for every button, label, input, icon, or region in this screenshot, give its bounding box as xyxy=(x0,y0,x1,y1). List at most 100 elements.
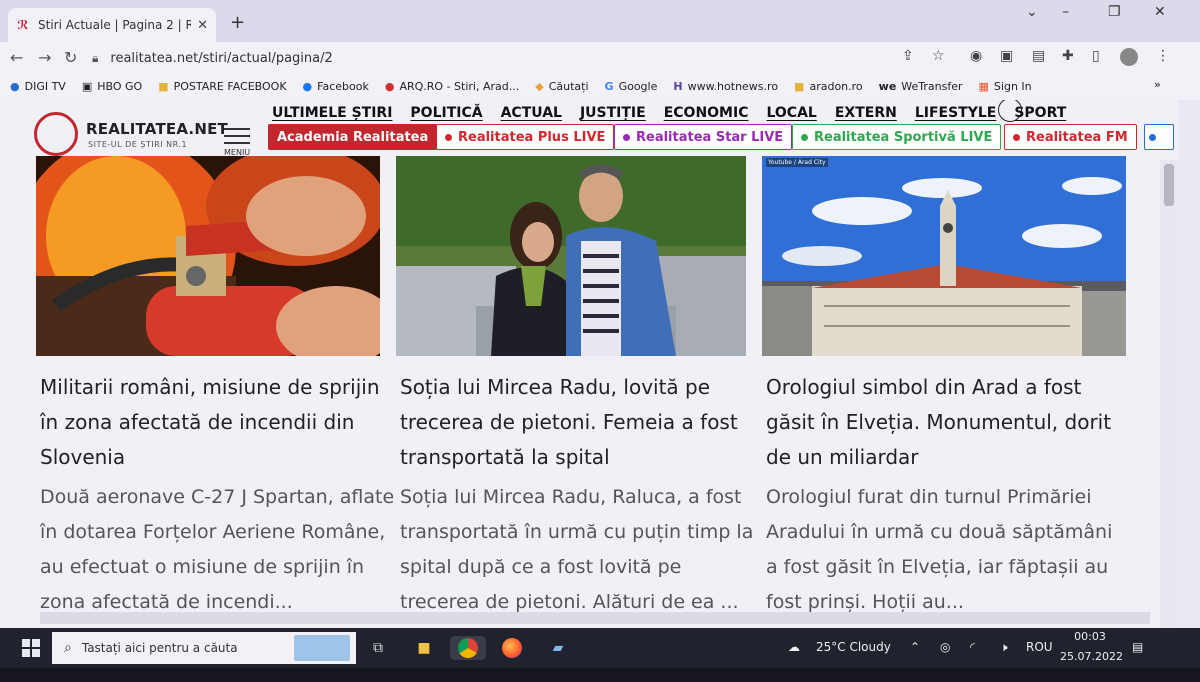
weather-cloud-icon[interactable]: ☁ xyxy=(788,640,800,654)
browser-toolbar: ← → ↻ 🔒︎ realitatea.net/stiri/actual/pag… xyxy=(0,42,1200,72)
new-tab-button[interactable]: + xyxy=(230,12,245,33)
bookmark-item[interactable]: ▣ HBO GO xyxy=(82,80,142,93)
hamburger-menu-button[interactable]: MENIU xyxy=(224,128,254,157)
profile-avatar[interactable] xyxy=(1120,48,1138,66)
taskbar-search-box[interactable]: ⌕ Tastați aici pentru a căuta xyxy=(52,632,356,664)
forward-arrow-icon[interactable]: → xyxy=(38,48,51,67)
realitatea-plus-live-button[interactable]: Realitatea Plus LIVE xyxy=(436,124,615,150)
nav-ultimele-stiri[interactable]: ULTIMELE ȘTIRI xyxy=(272,105,392,121)
minimize-window-button[interactable]: – xyxy=(1062,4,1069,20)
article-excerpt: Două aeronave C-27 J Spartan, aflate în … xyxy=(40,486,395,613)
article-image[interactable] xyxy=(396,156,746,356)
logo-globe-icon xyxy=(34,112,78,156)
nav-lifestyle[interactable]: LIFESTYLE xyxy=(915,105,997,121)
realitatea-star-live-button[interactable]: Realitatea Star LIVE xyxy=(614,124,793,150)
bookmark-star-icon[interactable]: ☆ xyxy=(932,48,945,64)
monitor-bezel xyxy=(0,668,1200,682)
nav-justitie[interactable]: JUSTIȚIE xyxy=(580,105,646,121)
address-bar[interactable]: 🔒︎ realitatea.net/stiri/actual/pagina/2 xyxy=(92,46,952,70)
realitatea-fm-button[interactable]: Realitatea FM xyxy=(1004,124,1137,150)
vertical-scrollbar[interactable] xyxy=(1160,160,1178,628)
facebook-icon: ● xyxy=(302,79,313,93)
hamburger-line xyxy=(224,128,250,130)
file-explorer-icon[interactable]: ■ xyxy=(412,636,436,660)
article-headline[interactable]: Soția lui Mircea Radu, lovită pe trecere… xyxy=(400,370,756,475)
more-bookmarks-button[interactable]: » xyxy=(1154,78,1161,91)
article-excerpt: Soția lui Mircea Radu, Raluca, a fost tr… xyxy=(400,486,754,613)
bookmark-label: aradon.ro xyxy=(809,79,863,93)
article-image[interactable] xyxy=(36,156,380,356)
volume-muted-icon[interactable]: 🕨︎ xyxy=(1000,640,1008,655)
live-dot-icon xyxy=(1013,133,1020,141)
back-arrow-icon[interactable]: ← xyxy=(10,48,23,67)
live-dot-icon xyxy=(623,133,630,141)
lock-icon: 🔒︎ xyxy=(92,50,99,65)
minimize-icon[interactable]: ⌄ xyxy=(1026,4,1038,20)
close-window-button[interactable]: ✕ xyxy=(1154,4,1166,20)
nav-economic[interactable]: ECONOMIC xyxy=(664,105,749,121)
article-headline[interactable]: Militarii români, misiune de sprijin în … xyxy=(40,370,396,475)
windows-start-icon[interactable] xyxy=(22,639,40,657)
nav-politica[interactable]: POLITICĂ xyxy=(410,105,482,121)
bookmark-item[interactable]: ▦ Sign In xyxy=(979,80,1032,93)
horizontal-scrollbar[interactable] xyxy=(40,612,1150,624)
extensions-puzzle-icon[interactable]: ✚ xyxy=(1062,48,1074,64)
bookmark-item[interactable]: ■ aradon.ro xyxy=(794,80,863,93)
notifications-icon[interactable]: ▤ xyxy=(1132,640,1143,654)
bookmark-label: WeTransfer xyxy=(901,79,963,93)
bookmark-label: www.hotnews.ro xyxy=(687,79,779,93)
screen: ℛ Stiri Actuale | Pagina 2 | Realitate ✕… xyxy=(0,0,1200,682)
bookmark-item[interactable]: we WeTransfer xyxy=(879,80,963,93)
digi-tv-icon: ● xyxy=(10,79,20,93)
more-live-button[interactable] xyxy=(1144,124,1174,150)
clock-time[interactable]: 00:03 xyxy=(1060,630,1120,643)
search-icon: ⌕ xyxy=(64,640,72,656)
nav-local[interactable]: LOCAL xyxy=(766,105,816,121)
pill-label: Realitatea FM xyxy=(1026,129,1128,145)
bookmark-item[interactable]: ● Facebook xyxy=(303,80,369,93)
bookmark-label: DIGI TV xyxy=(24,79,66,93)
folder-icon: ■ xyxy=(158,79,169,93)
academia-realitatea-button[interactable]: Academia Realitatea xyxy=(268,124,438,150)
bookmark-item[interactable]: Hwww.hotnews.ro xyxy=(673,80,778,93)
bookmark-label: ARQ.RO - Stiri, Arad... xyxy=(399,79,520,93)
task-view-icon[interactable]: ⧉ xyxy=(366,636,390,660)
recorder-extension-icon[interactable]: ▤ xyxy=(1032,48,1045,64)
browser-menu-icon[interactable]: ⋮ xyxy=(1156,48,1170,64)
bookmark-label: Facebook xyxy=(317,79,369,93)
scrollbar-thumb[interactable] xyxy=(1164,164,1174,206)
restore-window-button[interactable]: ❐ xyxy=(1108,4,1121,20)
weather-status[interactable]: 25°C Cloudy xyxy=(816,640,891,654)
article-image[interactable]: Youtube / Arad City xyxy=(762,156,1126,356)
screenshot-extension-icon[interactable]: ▣ xyxy=(1000,48,1013,64)
bookmark-item[interactable]: G Google xyxy=(605,80,658,93)
bookmark-item[interactable]: ● ARQ.RO - Stiri, Arad... xyxy=(385,80,519,93)
share-icon[interactable]: ⇪ xyxy=(902,48,914,64)
bookmark-item[interactable]: ■ POSTARE FACEBOOK xyxy=(158,80,286,93)
browser-tab[interactable]: ℛ Stiri Actuale | Pagina 2 | Realitate ✕ xyxy=(8,8,216,42)
show-hidden-icons-icon[interactable]: ⌃ xyxy=(910,640,920,654)
nav-actual[interactable]: ACTUAL xyxy=(501,105,562,121)
reload-icon[interactable]: ↻ xyxy=(64,48,77,67)
close-tab-icon[interactable]: ✕ xyxy=(197,18,208,33)
firefox-logo xyxy=(502,638,522,658)
notepad-app-icon[interactable]: ▰ xyxy=(546,636,570,660)
couple-walking-photo xyxy=(396,156,746,356)
bookmark-item[interactable]: ◆ Căutați xyxy=(535,80,588,93)
meet-now-icon[interactable]: ◎ xyxy=(940,640,950,654)
pill-label: Realitatea Star LIVE xyxy=(636,129,784,145)
wifi-icon[interactable]: ◜ xyxy=(970,640,975,654)
nav-extern[interactable]: EXTERN xyxy=(835,105,897,121)
side-panel-icon[interactable]: ▯ xyxy=(1092,48,1100,64)
firefox-icon[interactable] xyxy=(500,636,524,660)
language-indicator[interactable]: ROU xyxy=(1026,640,1053,654)
bookmark-item[interactable]: ● DIGI TV xyxy=(10,80,66,93)
clock-date[interactable]: 25.07.2022 xyxy=(1060,650,1123,663)
realitatea-sportiva-live-button[interactable]: Realitatea Sportivă LIVE xyxy=(792,124,1002,150)
fire-extinguisher-photo xyxy=(36,156,380,356)
article-headline[interactable]: Orologiul simbol din Arad a fost găsit î… xyxy=(766,370,1122,475)
camera-icon[interactable]: ◉ xyxy=(970,48,982,64)
site-logo[interactable]: REALITATEA.NET SITE-UL DE ȘTIRI NR.1 xyxy=(34,108,228,158)
chrome-icon[interactable] xyxy=(450,636,486,660)
nav-sport[interactable]: SPORT xyxy=(1014,105,1066,121)
